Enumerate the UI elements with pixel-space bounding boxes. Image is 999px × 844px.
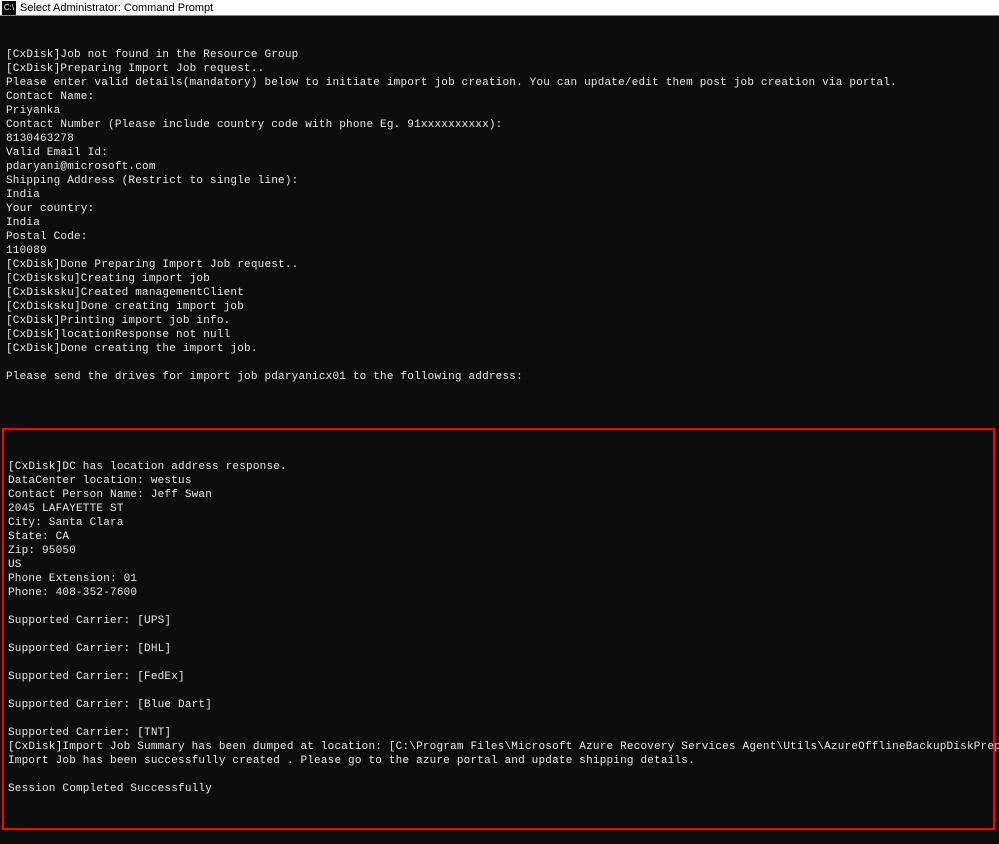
terminal-line: [CxDisk]Preparing Import Job request.. (6, 62, 993, 76)
terminal-line: Supported Carrier: [Blue Dart] (8, 698, 989, 712)
terminal-line: [CxDisk]locationResponse not null (6, 328, 993, 342)
terminal-line: Zip: 95050 (8, 544, 989, 558)
terminal-line: pdaryani@microsoft.com (6, 160, 993, 174)
terminal-line (8, 768, 989, 782)
terminal-line (8, 600, 989, 614)
terminal-line: [CxDisksku]Creating import job (6, 272, 993, 286)
terminal-line: Phone: 408-352-7600 (8, 586, 989, 600)
terminal-line: Priyanka (6, 104, 993, 118)
terminal-line: [CxDisk]Done Preparing Import Job reques… (6, 258, 993, 272)
highlight-region: [CxDisk]DC has location address response… (2, 428, 995, 830)
terminal-line: 110089 (6, 244, 993, 258)
terminal-line (8, 712, 989, 726)
cmd-icon: C:\ (2, 1, 16, 15)
terminal-line: Supported Carrier: [UPS] (8, 614, 989, 628)
terminal-line: Shipping Address (Restrict to single lin… (6, 174, 993, 188)
terminal-lines-highlight: [CxDisk]DC has location address response… (8, 460, 989, 796)
terminal-line: India (6, 188, 993, 202)
terminal-line (8, 656, 989, 670)
terminal-line: [CxDisk]DC has location address response… (8, 460, 989, 474)
terminal-line: [CxDisk]Job not found in the Resource Gr… (6, 48, 993, 62)
terminal-line: Supported Carrier: [FedEx] (8, 670, 989, 684)
terminal-line: [CxDisk]Done creating the import job. (6, 342, 993, 356)
terminal-line: [CxDisk]Import Job Summary has been dump… (8, 740, 989, 754)
terminal-line: Your country: (6, 202, 993, 216)
terminal-line: Import Job has been successfully created… (8, 754, 989, 768)
terminal-line: Contact Number (Please include country c… (6, 118, 993, 132)
terminal-line: DataCenter location: westus (8, 474, 989, 488)
terminal-line: [CxDisksku]Done creating import job (6, 300, 993, 314)
terminal-line: India (6, 216, 993, 230)
terminal-line: 2045 LAFAYETTE ST (8, 502, 989, 516)
terminal-line: Contact Person Name: Jeff Swan (8, 488, 989, 502)
terminal-line (8, 684, 989, 698)
terminal-line: Valid Email Id: (6, 146, 993, 160)
terminal-line: City: Santa Clara (8, 516, 989, 530)
window-title: Select Administrator: Command Prompt (20, 2, 213, 14)
terminal-line: Please enter valid details(mandatory) be… (6, 76, 993, 90)
window-titlebar[interactable]: C:\ Select Administrator: Command Prompt (0, 0, 999, 16)
terminal-line: Postal Code: (6, 230, 993, 244)
terminal-line: Please send the drives for import job pd… (6, 370, 993, 384)
terminal-line: Contact Name: (6, 90, 993, 104)
terminal-line: Supported Carrier: [DHL] (8, 642, 989, 656)
terminal-line (8, 628, 989, 642)
terminal-line: [CxDisksku]Created managementClient (6, 286, 993, 300)
terminal-line: Phone Extension: 01 (8, 572, 989, 586)
terminal-lines-main: [CxDisk]Job not found in the Resource Gr… (6, 48, 993, 398)
terminal-line: 8130463278 (6, 132, 993, 146)
terminal-line: State: CA (8, 530, 989, 544)
terminal-line: [CxDisk]Printing import job info. (6, 314, 993, 328)
terminal-line: Session Completed Successfully (8, 782, 989, 796)
terminal-line: Supported Carrier: [TNT] (8, 726, 989, 740)
terminal-output: [CxDisk]Job not found in the Resource Gr… (0, 16, 999, 844)
terminal-line (6, 356, 993, 370)
terminal-line (6, 384, 993, 398)
terminal-line: US (8, 558, 989, 572)
